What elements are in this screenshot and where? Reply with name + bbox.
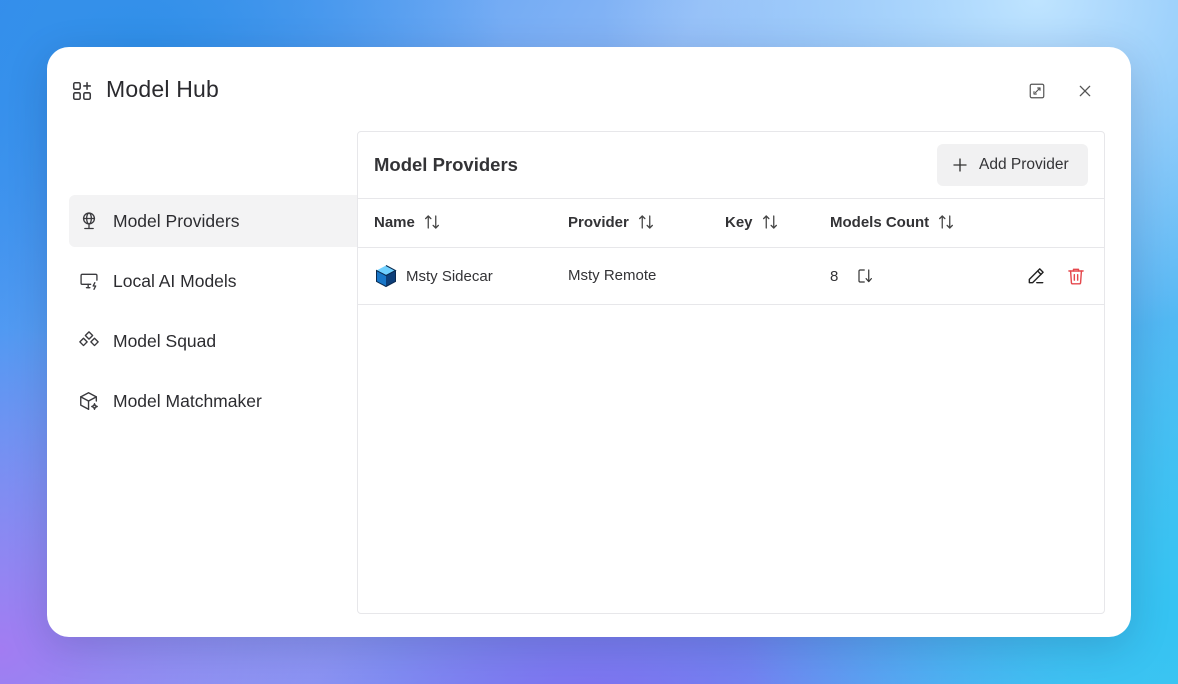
trash-icon (1068, 268, 1084, 285)
globe-stand-icon (78, 210, 100, 232)
sidebar-item-model-squad[interactable]: Model Squad (69, 315, 359, 367)
column-header-key[interactable]: Key (725, 213, 779, 231)
expand-button[interactable] (1026, 80, 1048, 102)
sort-icon (424, 215, 439, 229)
column-header-provider[interactable]: Provider (568, 213, 655, 231)
window-title: Model Hub (106, 76, 220, 102)
sidebar: Model Providers Local AI Models Model Sq… (69, 195, 359, 435)
sort-icon (638, 215, 653, 229)
sidebar-item-label: Model Matchmaker (113, 390, 262, 411)
plus-icon (953, 158, 967, 172)
refresh-models-icon[interactable] (856, 267, 874, 285)
panel-header: Model Providers Add Provider (358, 132, 1104, 199)
monitor-bolt-icon (78, 270, 100, 292)
sidebar-item-label: Model Squad (113, 330, 217, 351)
provider-name-cell: Msty Sidecar (374, 264, 493, 288)
panel-title: Model Providers (374, 154, 518, 175)
sidebar-item-local-ai-models[interactable]: Local AI Models (69, 255, 359, 307)
add-provider-button[interactable]: Add Provider (937, 144, 1088, 186)
provider-type: Msty Remote (568, 267, 657, 284)
models-count: 8 (830, 267, 839, 285)
column-header-name[interactable]: Name (374, 213, 441, 231)
msty-sidecar-icon (376, 265, 397, 288)
sort-icon (762, 215, 777, 229)
model-providers-panel: Model Providers Add Provider Name Provid… (357, 131, 1105, 614)
column-header-models-count[interactable]: Models Count (830, 213, 955, 231)
model-hub-window: Model Hub Model Providers Local AI Model… (47, 47, 1131, 637)
close-button[interactable] (1074, 80, 1096, 102)
table-row: Msty Sidecar Msty Remote 8 (358, 248, 1104, 305)
sidebar-item-model-matchmaker[interactable]: Model Matchmaker (69, 375, 359, 427)
expand-icon (1029, 83, 1045, 99)
sidebar-item-label: Local AI Models (113, 270, 237, 291)
edit-button[interactable] (1025, 265, 1047, 287)
sidebar-item-label: Model Providers (113, 210, 240, 231)
provider-name: Msty Sidecar (406, 267, 493, 285)
close-icon (1079, 85, 1091, 97)
delete-button[interactable] (1065, 265, 1087, 287)
diamonds-icon (78, 330, 100, 352)
add-provider-label: Add Provider (979, 156, 1069, 173)
models-count-cell: 8 (830, 267, 874, 285)
edit-icon (1028, 268, 1044, 284)
cube-sparkle-icon (78, 390, 100, 412)
table-header: Name Provider Key Models Count (358, 199, 1104, 248)
sidebar-item-model-providers[interactable]: Model Providers (69, 195, 359, 247)
apps-add-icon (72, 81, 92, 101)
sort-icon (939, 215, 954, 229)
